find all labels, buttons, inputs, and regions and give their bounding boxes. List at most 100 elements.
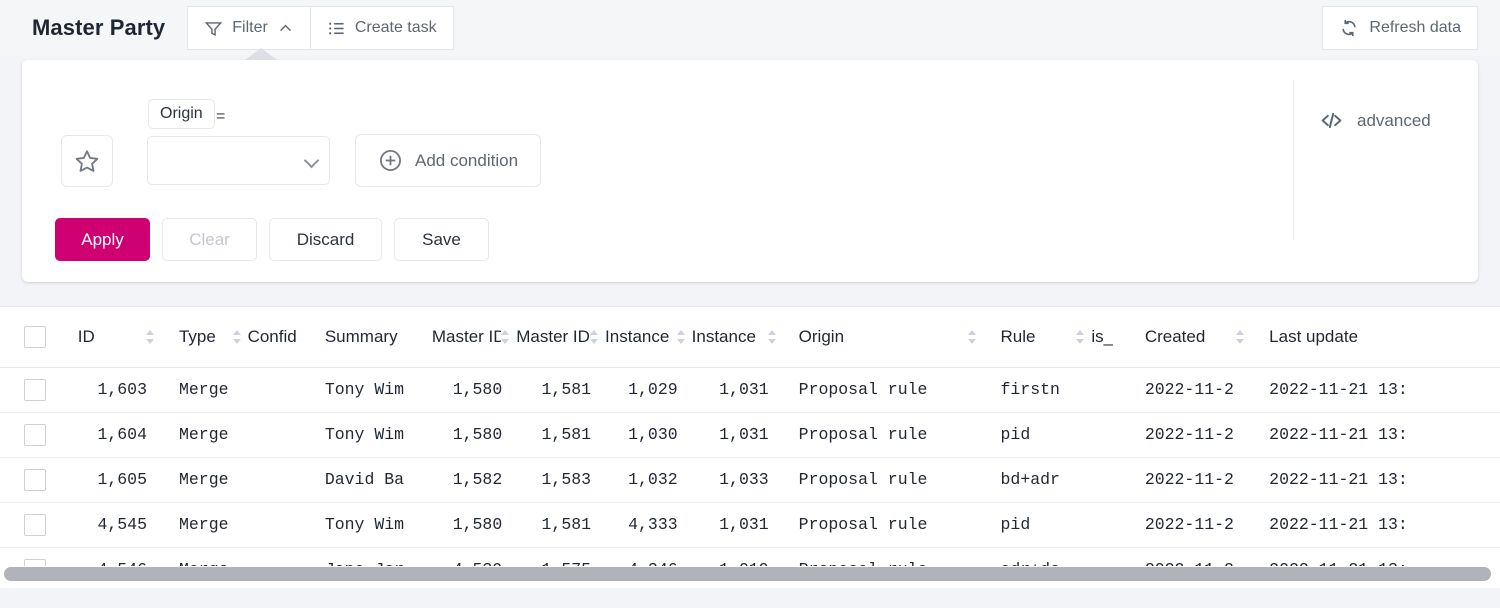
sort-icon[interactable] [1236,329,1245,345]
row-checkbox[interactable] [24,514,46,536]
add-condition-label: Add condition [415,151,518,171]
cell-is [1091,367,1127,412]
clear-button[interactable]: Clear [162,218,257,261]
row-select-cell [0,367,78,412]
row-checkbox[interactable] [24,469,46,491]
cell-id: 1,603 [78,367,161,412]
th-master-id-2[interactable]: Master ID 2 [516,307,605,367]
th-instance-2[interactable]: Instance [692,307,783,367]
filter-button-label: Filter [232,19,268,37]
th-instance-label: Instance [605,327,669,347]
cell-summary: Tony Wim [321,502,432,547]
th-is-label: is_ [1091,327,1113,347]
th-rule[interactable]: Rule [983,307,1092,367]
sort-icon[interactable] [146,329,155,345]
sort-icon[interactable] [501,329,510,345]
th-created-label: Created [1145,327,1205,347]
favorite-filter-button[interactable] [61,135,113,187]
plus-circle-icon [378,148,403,173]
panel-divider [1293,80,1294,240]
th-summary[interactable]: Summary [321,307,432,367]
cell-conf [248,412,321,457]
th-master-id-2-label: Master ID 2 [516,327,590,347]
cell-m2: 1,583 [516,457,605,502]
select-all-checkbox[interactable] [24,326,46,348]
create-task-button-label: Create task [355,19,437,37]
cell-origin: Proposal rule [783,502,983,547]
cell-i2: 1,031 [692,412,783,457]
cell-rule: pid [983,502,1092,547]
cell-i2: 1,033 [692,457,783,502]
cell-m2: 1,581 [516,367,605,412]
th-id[interactable]: ID [78,307,161,367]
sort-icon[interactable] [968,329,977,345]
filter-button[interactable]: Filter [187,6,311,50]
advanced-toggle[interactable]: advanced [1319,108,1431,133]
cell-summary: Tony Wim [321,367,432,412]
th-last-update[interactable]: Last update [1251,307,1500,367]
cell-last: 2022-11-21 13: [1251,367,1500,412]
cell-i2: 1,031 [692,502,783,547]
cell-i1: 1,029 [605,367,692,412]
row-select-cell [0,502,78,547]
cell-created: 2022-11-2 [1127,412,1251,457]
advanced-label: advanced [1357,111,1431,131]
refresh-data-button[interactable]: Refresh data [1322,6,1478,50]
list-icon [327,19,346,38]
th-type-label: Type [179,327,216,347]
cell-m2: 1,581 [516,502,605,547]
add-condition-button[interactable]: Add condition [355,134,541,187]
th-last-update-label: Last update [1269,327,1358,347]
cell-i2: 1,031 [692,367,783,412]
table-row[interactable]: 1,603MergeTony Wim1,5801,5811,0291,031Pr… [0,367,1500,412]
cell-origin: Proposal rule [783,412,983,457]
th-is[interactable]: is_ [1091,307,1127,367]
th-instance[interactable]: Instance [605,307,692,367]
save-button[interactable]: Save [394,218,489,261]
cell-m1: 1,580 [432,412,516,457]
th-summary-label: Summary [325,327,398,347]
table-row[interactable]: 1,605MergeDavid Ba1,5821,5831,0321,033Pr… [0,457,1500,502]
apply-button[interactable]: Apply [55,218,150,261]
row-checkbox[interactable] [24,379,46,401]
cell-type: Merge [161,412,248,457]
sort-icon[interactable] [677,329,686,345]
th-created[interactable]: Created [1127,307,1251,367]
top-toolbar: Master Party Filter [0,0,1500,56]
horizontal-scrollbar[interactable] [0,566,1500,582]
condition-operator: = [216,108,225,126]
cell-i1: 1,030 [605,412,692,457]
chevron-up-icon [277,20,294,37]
sort-icon[interactable] [1076,329,1085,345]
cell-is [1091,412,1127,457]
cell-m1: 1,580 [432,367,516,412]
th-rule-label: Rule [1001,327,1036,347]
cell-last: 2022-11-21 13: [1251,412,1500,457]
table-body: 1,603MergeTony Wim1,5801,5811,0291,031Pr… [0,367,1500,588]
data-table: ID Type Confid Summary Master ID [0,307,1500,588]
cell-created: 2022-11-2 [1127,502,1251,547]
row-checkbox[interactable] [24,424,46,446]
th-origin[interactable]: Origin [783,307,983,367]
app-root: Master Party Filter [0,0,1500,608]
create-task-button[interactable]: Create task [311,6,454,50]
discard-button[interactable]: Discard [269,218,382,261]
th-type[interactable]: Type [161,307,248,367]
table-row[interactable]: 1,604MergeTony Wim1,5801,5811,0301,031Pr… [0,412,1500,457]
condition-value-select[interactable] [147,136,330,185]
table-row[interactable]: 4,545MergeTony Wim1,5801,5814,3331,031Pr… [0,502,1500,547]
th-origin-label: Origin [799,327,844,347]
sort-icon[interactable] [233,329,242,345]
th-master-id[interactable]: Master ID [432,307,516,367]
cell-created: 2022-11-2 [1127,457,1251,502]
th-confidence[interactable]: Confid [248,307,321,367]
cell-last: 2022-11-21 13: [1251,502,1500,547]
condition-field-chip[interactable]: Origin [148,99,215,129]
sort-icon[interactable] [768,329,777,345]
cell-m2: 1,581 [516,412,605,457]
page-title: Master Party [32,15,165,41]
sort-icon[interactable] [590,329,599,345]
refresh-icon [1339,18,1359,38]
horizontal-scrollbar-thumb[interactable] [4,567,1491,581]
th-confidence-label: Confid [248,327,297,347]
